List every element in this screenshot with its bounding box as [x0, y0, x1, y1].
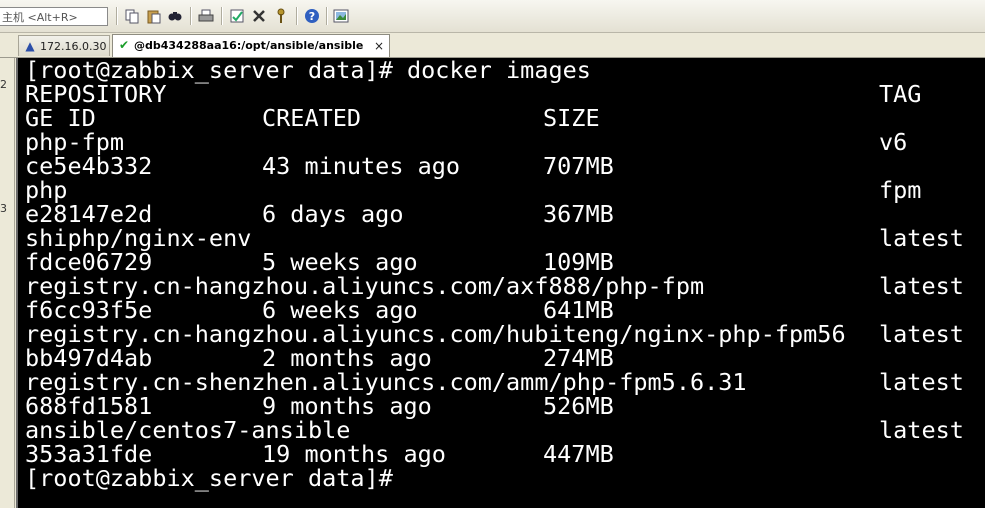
paste-icon[interactable]: [145, 7, 163, 25]
toolbar-separator: [326, 7, 327, 25]
image-tag: latest: [879, 416, 964, 444]
image-created: 9 months ago: [262, 392, 432, 420]
image-tag: latest: [879, 368, 964, 396]
image-size: 367MB: [543, 200, 614, 228]
image-id: fdce06729: [25, 248, 153, 276]
image-repository: registry.cn-hangzhou.aliyuncs.com/axf888…: [25, 272, 705, 300]
table-row: f6cc93f5e 6 weeks ago 641MB: [25, 298, 975, 322]
terminal[interactable]: [root@zabbix_server data]# docker images…: [16, 58, 985, 508]
image-id: 688fd1581: [25, 392, 153, 420]
warning-icon: ▲: [25, 39, 35, 53]
image-size: 641MB: [543, 296, 614, 324]
table-row: bb497d4ab 2 months ago 274MB: [25, 346, 975, 370]
header-row-2: GE ID CREATED SIZE: [25, 106, 975, 130]
table-row: registry.cn-hangzhou.aliyuncs.com/hubite…: [25, 322, 975, 346]
image-size: 526MB: [543, 392, 614, 420]
key-icon[interactable]: [272, 7, 290, 25]
image-size: 707MB: [543, 152, 614, 180]
screenshot-icon[interactable]: [332, 7, 350, 25]
image-repository: registry.cn-hangzhou.aliyuncs.com/hubite…: [25, 320, 846, 348]
table-row: ansible/centos7-ansible latest: [25, 418, 975, 442]
image-tag: v6: [879, 128, 908, 156]
tab-bar: ▲ 172.16.0.30 ✔ @db434288aa16:/opt/ansib…: [0, 33, 985, 58]
image-size: 447MB: [543, 440, 614, 468]
check-icon: ✔: [118, 38, 130, 52]
image-id: 353a31fde: [25, 440, 153, 468]
table-row: fdce06729 5 weeks ago 109MB: [25, 250, 975, 274]
table-row: registry.cn-hangzhou.aliyuncs.com/axf888…: [25, 274, 975, 298]
table-row: 353a31fde 19 months ago 447MB: [25, 442, 975, 466]
image-tag: latest: [879, 272, 964, 300]
image-id: ce5e4b332: [25, 152, 153, 180]
command-prompt-line: [root@zabbix_server data]#: [25, 464, 393, 492]
image-created: 43 minutes ago: [262, 152, 461, 180]
svg-text:?: ?: [309, 10, 315, 23]
tab-session-172-16-0-30[interactable]: ▲ 172.16.0.30: [18, 35, 110, 56]
table-row: shiphp/nginx-env latest: [25, 226, 975, 250]
image-created: 6 weeks ago: [262, 296, 418, 324]
image-id: f6cc93f5e: [25, 296, 153, 324]
image-repository: registry.cn-shenzhen.aliyuncs.com/amm/ph…: [25, 368, 747, 396]
header-created: CREATED: [262, 104, 362, 132]
header-repository: REPOSITORY: [25, 80, 167, 108]
copy-icon[interactable]: [123, 7, 141, 25]
close-icon[interactable]: ×: [374, 36, 384, 57]
sidebar-glyph: 2: [0, 78, 7, 91]
tab-label: 172.16.0.30: [40, 40, 107, 53]
image-created: 19 months ago: [262, 440, 446, 468]
toolbar-separator: [296, 7, 297, 25]
table-row: e28147e2d 6 days ago 367MB: [25, 202, 975, 226]
image-repository: php: [25, 176, 68, 204]
header-size: SIZE: [543, 104, 600, 132]
command-prompt-line: [root@zabbix_server data]# docker images: [25, 58, 591, 84]
toolbar: 主机 <Alt+R> ?: [0, 0, 985, 33]
image-size: 274MB: [543, 344, 614, 372]
table-row: 688fd1581 9 months ago 526MB: [25, 394, 975, 418]
image-created: 5 weeks ago: [262, 248, 418, 276]
host-input[interactable]: 主机 <Alt+R>: [0, 7, 108, 26]
tab-session-db434288aa16[interactable]: ✔ @db434288aa16:/opt/ansible/ansible ×: [112, 34, 390, 57]
image-tag: latest: [879, 224, 964, 252]
image-created: 2 months ago: [262, 344, 432, 372]
image-repository: shiphp/nginx-env: [25, 224, 252, 252]
image-tag: latest: [879, 320, 964, 348]
help-icon[interactable]: ?: [303, 7, 321, 25]
toolbar-separator: [221, 7, 222, 25]
image-tag: fpm: [879, 176, 922, 204]
header-tag: TAG: [879, 80, 922, 108]
toolbar-separator: [116, 7, 117, 25]
tab-label: @db434288aa16:/opt/ansible/ansible: [134, 39, 364, 52]
header-row-1: REPOSITORY TAG: [25, 82, 975, 106]
image-repository: ansible/centos7-ansible: [25, 416, 351, 444]
toolbar-separator: [190, 7, 191, 25]
table-row: registry.cn-shenzhen.aliyuncs.com/amm/ph…: [25, 370, 975, 394]
image-size: 109MB: [543, 248, 614, 276]
image-created: 6 days ago: [262, 200, 404, 228]
image-repository: php-fpm: [25, 128, 125, 156]
print-icon[interactable]: [197, 7, 215, 25]
image-id: e28147e2d: [25, 200, 153, 228]
table-row: php-fpm v6: [25, 130, 975, 154]
header-image-id: GE ID: [25, 104, 96, 132]
find-icon[interactable]: [166, 7, 184, 25]
sidebar-glyph: 3: [0, 202, 7, 215]
table-row: php fpm: [25, 178, 975, 202]
settings-icon[interactable]: [250, 7, 268, 25]
properties-icon[interactable]: [228, 7, 246, 25]
image-id: bb497d4ab: [25, 344, 153, 372]
session-sidebar: 2 3: [0, 58, 15, 508]
table-row: ce5e4b332 43 minutes ago 707MB: [25, 154, 975, 178]
